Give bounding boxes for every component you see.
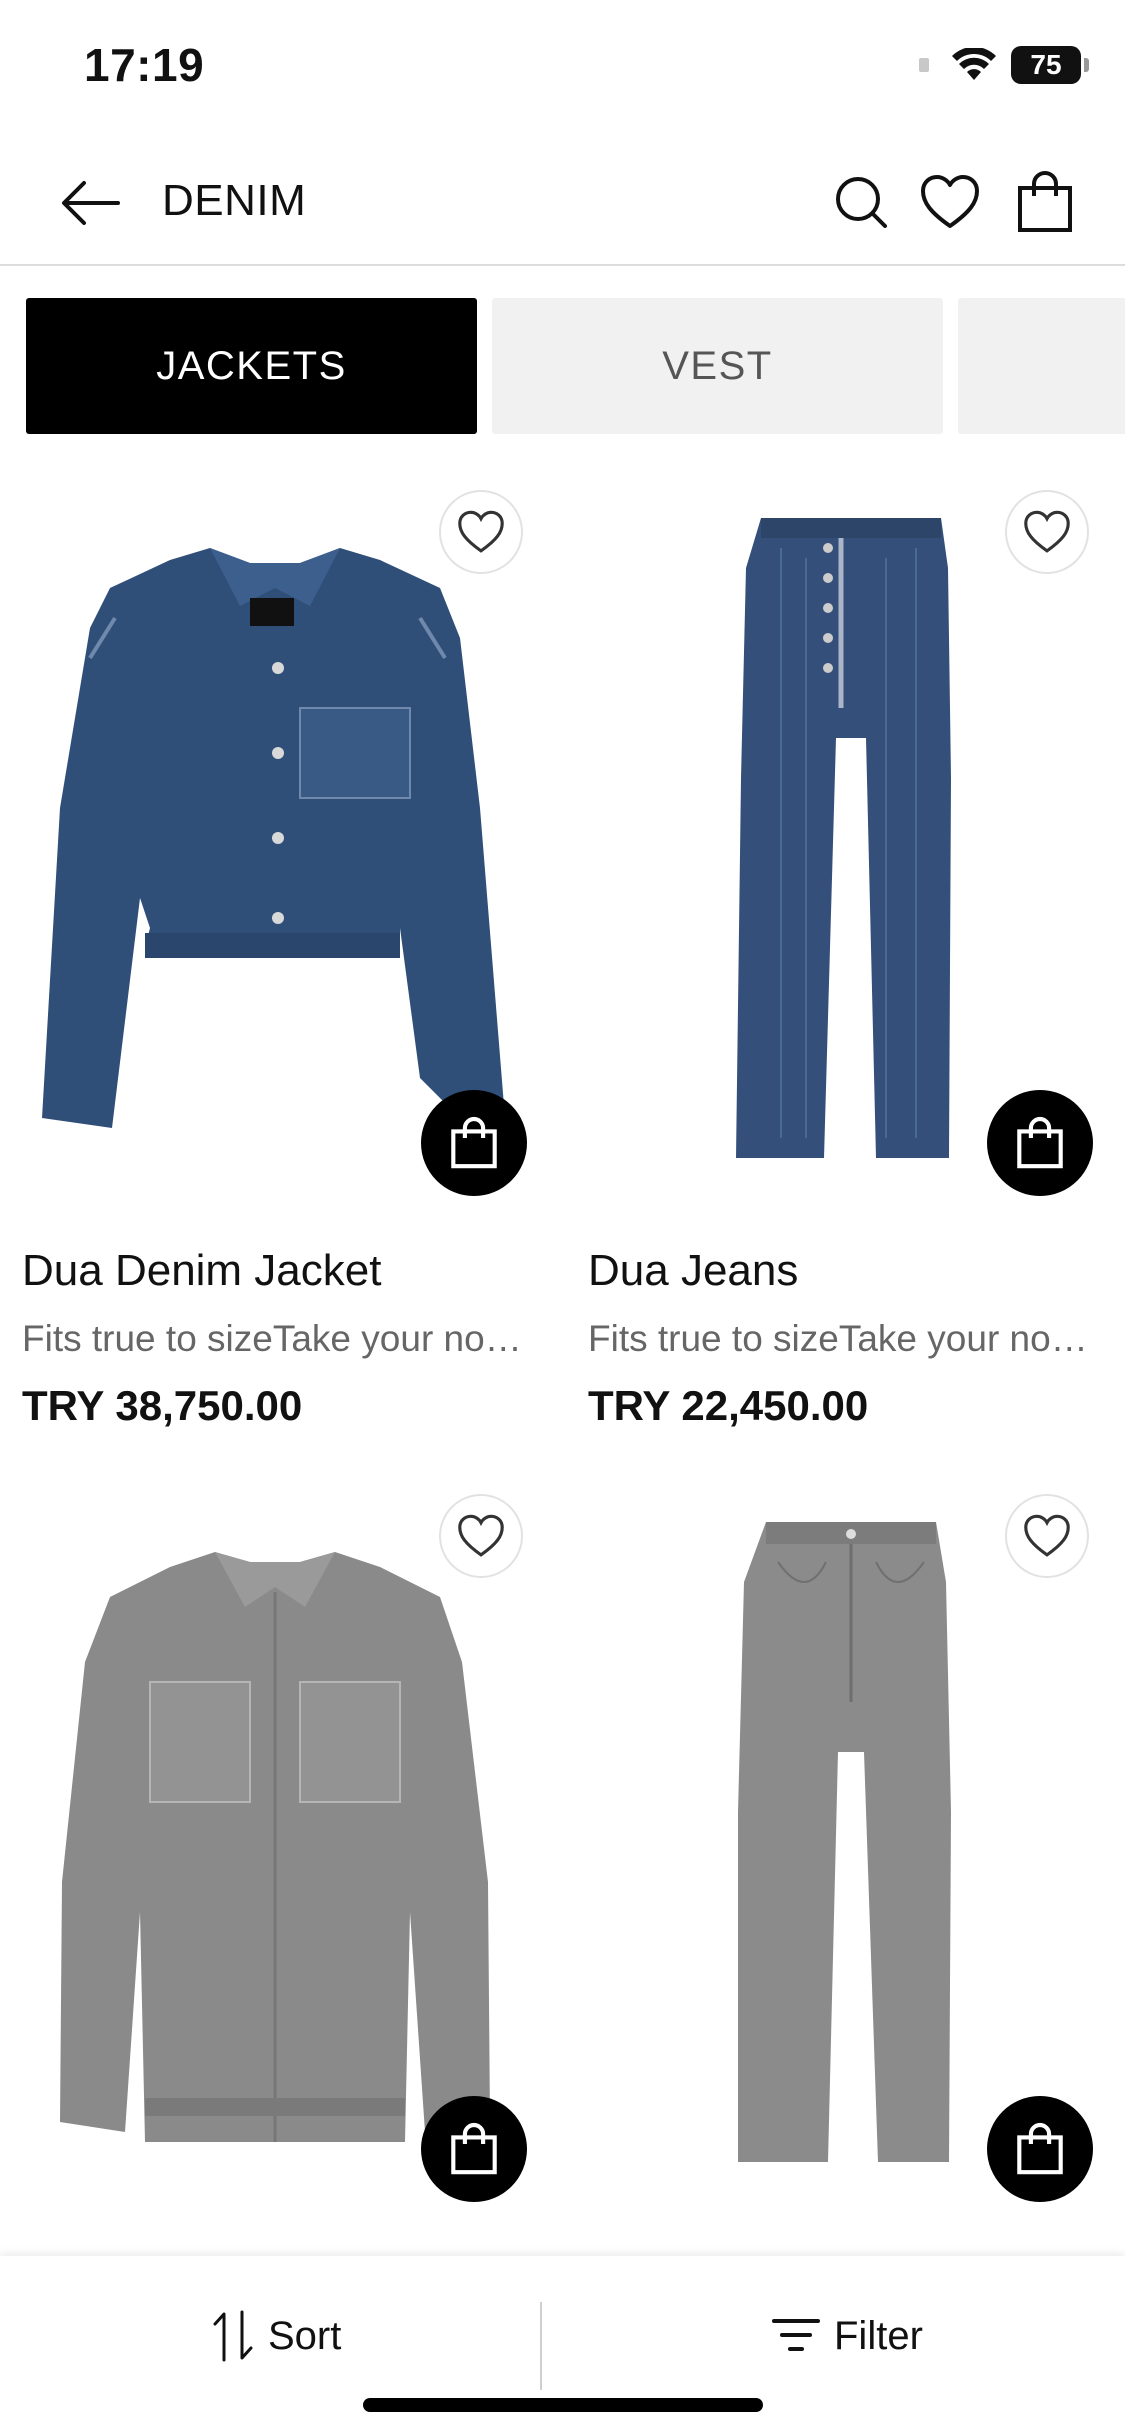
product-card[interactable] [566,1482,1114,2222]
heart-icon [1024,510,1070,553]
home-indicator[interactable] [363,2398,763,2412]
product-card[interactable]: Dua Denim Jacket Fits true to sizeTake y… [0,478,548,1448]
shopping-bag-icon [451,2122,497,2175]
battery-icon: 75 [1011,46,1089,84]
wishlist-button[interactable] [914,166,986,238]
product-card[interactable] [0,1482,548,2222]
heart-icon [1024,1514,1070,1557]
sort-button[interactable]: Sort [212,2296,341,2376]
favorite-button[interactable] [1005,1494,1089,1578]
tab-vest[interactable]: VEST [492,298,943,434]
heart-icon [921,175,979,228]
back-button[interactable] [56,168,126,238]
product-image-grey-denim-shirt [60,1552,490,2142]
product-name: Dua Denim Jacket [22,1246,382,1295]
tab-more[interactable] [958,298,1125,434]
product-name: Dua Jeans [588,1246,799,1295]
search-button[interactable] [825,166,897,238]
shopping-bag-icon [1018,171,1072,232]
page-title: DENIM [162,176,307,225]
product-image-denim-jeans [736,518,951,1158]
product-image-grey-denim-jeans [738,1522,951,2162]
category-tabs: JACKETS VEST [26,298,1125,434]
product-price: TRY 22,450.00 [588,1382,869,1429]
favorite-button[interactable] [439,490,523,574]
product-description: Fits true to sizeTake your normal size [588,1318,1088,1359]
navigation-header: DENIM [0,140,1125,266]
wifi-icon [952,48,996,80]
product-description: Fits true to sizeTake your normal size [22,1318,522,1359]
sort-icon [213,2310,253,2362]
heart-icon [458,510,504,553]
add-to-bag-button[interactable] [987,2096,1093,2202]
product-price: TRY 38,750.00 [22,1382,303,1429]
tab-jackets[interactable]: JACKETS [26,298,477,434]
filter-button[interactable]: Filter [772,2296,923,2376]
sort-label: Sort [268,2313,342,2358]
signal-icon [919,58,929,72]
bar-divider [540,2302,542,2390]
add-to-bag-button[interactable] [987,1090,1093,1196]
shopping-bag-icon [1017,1116,1063,1169]
status-bar: 17:19 75 [0,0,1125,140]
status-icons: 75 [919,46,1089,84]
shopping-bag-icon [1017,2122,1063,2175]
shopping-bag-icon [451,1116,497,1169]
battery-level: 75 [1030,49,1062,80]
add-to-bag-button[interactable] [421,1090,527,1196]
add-to-bag-button[interactable] [421,2096,527,2202]
product-image-denim-jacket [42,548,505,1128]
back-arrow-icon [62,181,120,225]
search-icon [836,177,887,228]
filter-icon [772,2319,820,2351]
filter-label: Filter [834,2313,923,2358]
cart-button[interactable] [1009,166,1081,238]
heart-icon [458,1514,504,1557]
product-card[interactable]: Dua Jeans Fits true to sizeTake your nor… [566,478,1114,1448]
status-time: 17:19 [84,39,205,91]
favorite-button[interactable] [439,1494,523,1578]
favorite-button[interactable] [1005,490,1089,574]
